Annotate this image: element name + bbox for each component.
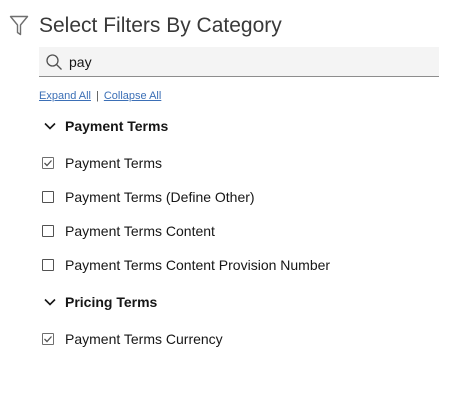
option-label: Payment Terms Content	[65, 223, 215, 239]
group-header-payment-terms[interactable]: Payment Terms	[42, 116, 168, 136]
chevron-down-icon	[42, 294, 58, 310]
checkbox-unchecked[interactable]	[42, 259, 54, 271]
checkbox-checked[interactable]	[42, 333, 54, 345]
collapse-all-link[interactable]: Collapse All	[104, 90, 161, 102]
expand-all-link[interactable]: Expand All	[39, 90, 91, 102]
group-label: Pricing Terms	[65, 294, 158, 310]
group-header-pricing-terms[interactable]: Pricing Terms	[42, 292, 157, 312]
search-input[interactable]	[69, 50, 409, 73]
option-payment-terms-currency[interactable]: Payment Terms Currency	[42, 329, 223, 349]
option-label: Payment Terms Currency	[65, 331, 223, 347]
panel-header: Select Filters By Category	[8, 12, 282, 40]
option-label: Payment Terms	[65, 155, 162, 171]
search-icon	[45, 53, 63, 71]
chevron-down-icon	[42, 118, 58, 134]
checkbox-checked[interactable]	[42, 157, 54, 169]
page-title: Select Filters By Category	[39, 14, 282, 37]
search-box[interactable]	[39, 47, 439, 77]
group-label: Payment Terms	[65, 118, 169, 134]
checkbox-unchecked[interactable]	[42, 225, 54, 237]
expand-collapse-links: Expand All | Collapse All	[39, 90, 161, 102]
filter-panel: Select Filters By Category Expand All | …	[0, 0, 466, 409]
checkbox-unchecked[interactable]	[42, 191, 54, 203]
option-payment-terms-content-provision-number[interactable]: Payment Terms Content Provision Number	[42, 255, 330, 275]
filter-icon	[8, 14, 30, 38]
option-payment-terms[interactable]: Payment Terms	[42, 153, 162, 173]
option-label: Payment Terms Content Provision Number	[65, 257, 331, 273]
option-payment-terms-define-other[interactable]: Payment Terms (Define Other)	[42, 187, 255, 207]
link-separator: |	[95, 90, 99, 102]
option-payment-terms-content[interactable]: Payment Terms Content	[42, 221, 215, 241]
option-label: Payment Terms (Define Other)	[65, 189, 255, 205]
